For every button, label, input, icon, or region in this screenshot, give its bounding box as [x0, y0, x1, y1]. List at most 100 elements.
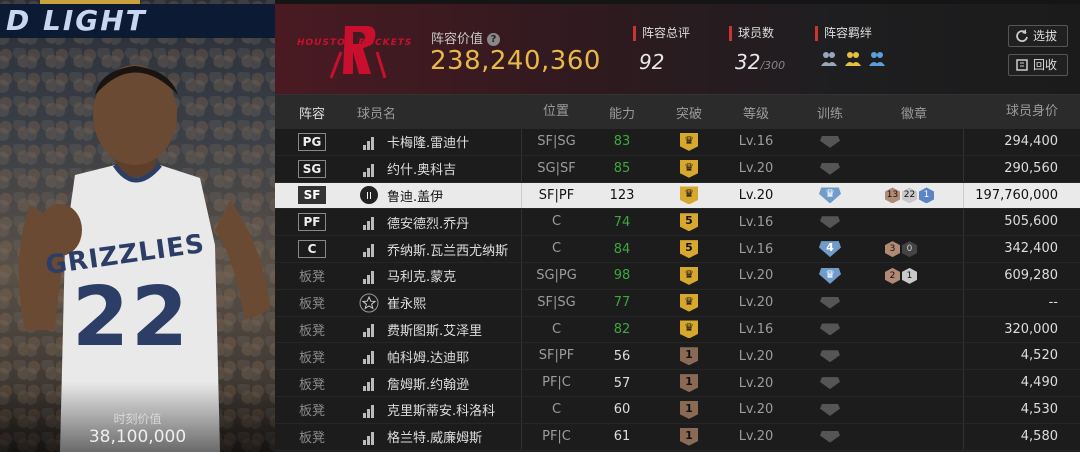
lineup-slot[interactable]: 板凳 — [275, 400, 349, 419]
col-badges[interactable]: 徽章 — [873, 103, 963, 122]
player-name-cell[interactable]: 崔永熙 — [349, 293, 521, 313]
training-cell[interactable] — [787, 403, 873, 416]
training-cell[interactable] — [787, 377, 873, 390]
player-name-cell[interactable]: II 鲁迪.盖伊 — [349, 185, 521, 205]
table-row[interactable]: 板凳 帕科姆.达迪耶 SF|PF 56 1 Lv.20 4,520 — [275, 343, 1080, 371]
training-cell[interactable] — [787, 296, 873, 309]
breakthrough-cell[interactable]: 1 — [653, 400, 725, 419]
lineup-slot[interactable]: 板凳 — [275, 320, 349, 339]
slot-badge: SG — [298, 159, 326, 178]
table-row[interactable]: SF II 鲁迪.盖伊 SF|PF 123 ♛ Lv.20 ♛ 13 22 1 197… — [275, 182, 1080, 210]
player-value-cell: 505,600 — [963, 209, 1080, 236]
lineup-slot[interactable]: PF — [275, 213, 349, 232]
breakthrough-cell[interactable]: 5 — [653, 240, 725, 259]
col-lineup[interactable]: 阵容 — [275, 103, 349, 122]
lineup-slot[interactable]: 板凳 — [275, 293, 349, 312]
lineup-screen: D LIGHT GRIZZLIES 22 时刻价值 38,100,000 HOU… — [0, 0, 1080, 452]
player-name-cell[interactable]: 德安德烈.乔丹 — [349, 213, 521, 232]
col-player-name[interactable]: 球员名 — [349, 103, 521, 122]
col-position[interactable]: 位置 — [521, 95, 591, 129]
breakthrough-cell[interactable]: 1 — [653, 427, 725, 446]
training-cell[interactable] — [787, 162, 873, 175]
lineup-slot[interactable]: C — [275, 240, 349, 259]
help-icon[interactable]: ? — [487, 33, 501, 46]
ability-cell: 82 — [613, 321, 631, 337]
table-row[interactable]: PG 卡梅隆.雷迪什 SF|SG 83 ♛ Lv.16 294,400 — [275, 129, 1080, 156]
table-row[interactable]: PF 德安德烈.乔丹 C 74 5 Lv.16 505,600 — [275, 209, 1080, 237]
badges-cell[interactable]: 30 — [873, 241, 963, 258]
lineup-slot[interactable]: SF — [275, 186, 349, 205]
col-ability[interactable]: 能力 — [591, 103, 653, 122]
table-row[interactable]: SG 约什.奥科吉 SG|SF 85 ♛ Lv.20 290,560 — [275, 155, 1080, 183]
breakthrough-cell[interactable]: ♛ — [653, 186, 725, 205]
table-row[interactable]: C 乔纳斯.瓦兰西尤纳斯 C 84 5 Lv.16 4 30 342,400 — [275, 236, 1080, 263]
position-cell: SF|SG — [521, 289, 591, 316]
col-player-value[interactable]: 球员身价 — [963, 95, 1080, 129]
table-row[interactable]: 板凳 格兰特.威廉姆斯 PF|C 61 1 Lv.20 4,580 — [275, 423, 1080, 451]
lineup-slot[interactable]: 板凳 — [275, 266, 349, 285]
training-empty-icon — [820, 135, 840, 148]
breakthrough-cell[interactable]: ♛ — [653, 159, 725, 178]
recycle-button[interactable]: 回收 — [1008, 54, 1068, 76]
training-cell[interactable] — [787, 430, 873, 443]
col-breakthrough[interactable]: 突破 — [653, 103, 725, 122]
training-empty-icon — [820, 430, 840, 443]
lineup-value-label: 阵容价值? — [431, 28, 501, 47]
chemistry-icons[interactable] — [815, 50, 887, 68]
select-button[interactable]: 选拔 — [1008, 25, 1068, 47]
table-row[interactable]: 板凳 克里斯蒂安.科洛科 C 60 1 Lv.20 4,530 — [275, 396, 1080, 424]
training-cell[interactable] — [787, 135, 873, 148]
lineup-slot[interactable]: 板凳 — [275, 347, 349, 366]
crown-breakthrough-icon: ♛ — [680, 159, 698, 178]
player-name: 克里斯蒂安.科洛科 — [387, 404, 496, 420]
level-cell: Lv.20 — [738, 348, 774, 364]
badges-cell[interactable]: 13 22 1 — [873, 187, 963, 204]
training-cell[interactable] — [787, 323, 873, 336]
player-value-cell: 4,520 — [963, 343, 1080, 370]
ability-cell: 77 — [613, 295, 631, 311]
breakthrough-cell[interactable]: ♛ — [653, 293, 725, 312]
training-cell[interactable]: 4 — [787, 241, 873, 258]
crown-breakthrough-icon: ♛ — [680, 266, 698, 285]
lineup-slot[interactable]: 板凳 — [275, 374, 349, 393]
training-cell[interactable]: ♛ — [787, 187, 873, 204]
player-name-cell[interactable]: 约什.奥科吉 — [349, 159, 521, 178]
team-logo — [329, 26, 387, 79]
table-row[interactable]: 板凳 马利克.蒙克 SG|PG 98 ♛ Lv.20 ♛ 21 609,280 — [275, 262, 1080, 290]
position-cell: PF|C — [521, 423, 591, 450]
table-row[interactable]: 板凳 崔永熙 SF|SG 77 ♛ Lv.20 -- — [275, 289, 1080, 317]
training-cell[interactable] — [787, 216, 873, 229]
position-cell: PF|C — [521, 370, 591, 396]
player-name-cell[interactable]: 格兰特.威廉姆斯 — [349, 427, 521, 446]
player-name-cell[interactable]: 乔纳斯.瓦兰西尤纳斯 — [349, 240, 521, 259]
badge-count: 2 — [885, 267, 900, 284]
col-training[interactable]: 训练 — [787, 103, 873, 122]
badges-cell[interactable]: 21 — [873, 267, 963, 284]
player-value-cell: 342,400 — [963, 236, 1080, 262]
lineup-value: 238,240,360 — [430, 46, 601, 76]
breakthrough-cell[interactable]: ♛ — [653, 132, 725, 151]
player-name-cell[interactable]: 詹姆斯.约翰逊 — [349, 374, 521, 393]
breakthrough-cell[interactable]: 1 — [653, 347, 725, 366]
player-name-cell[interactable]: 克里斯蒂安.科洛科 — [349, 400, 521, 419]
player-name-cell[interactable]: 费斯图斯.艾泽里 — [349, 320, 521, 339]
breakthrough-cell[interactable]: 1 — [653, 374, 725, 393]
player-rank-icon: II — [360, 186, 378, 205]
table-row[interactable]: 板凳 费斯图斯.艾泽里 C 82 ♛ Lv.16 320,000 — [275, 316, 1080, 344]
lineup-slot[interactable]: SG — [275, 159, 349, 178]
featured-player-card[interactable]: D LIGHT GRIZZLIES 22 时刻价值 38,100,000 — [0, 0, 275, 452]
bench-label: 板凳 — [298, 297, 325, 313]
training-cell[interactable] — [787, 350, 873, 363]
breakthrough-cell[interactable]: ♛ — [653, 266, 725, 285]
player-name-cell[interactable]: 马利克.蒙克 — [349, 266, 521, 285]
breakthrough-cell[interactable]: 5 — [653, 213, 725, 232]
training-cell[interactable]: ♛ — [787, 267, 873, 284]
lineup-slot[interactable]: 板凳 — [275, 427, 349, 446]
player-name-cell[interactable]: 帕科姆.达迪耶 — [349, 347, 521, 366]
table-row[interactable]: 板凳 詹姆斯.约翰逊 PF|C 57 1 Lv.20 4,490 — [275, 370, 1080, 397]
breakthrough-cell[interactable]: ♛ — [653, 320, 725, 339]
col-level[interactable]: 等级 — [725, 103, 787, 122]
player-name-cell[interactable]: 卡梅隆.雷迪什 — [349, 132, 521, 151]
badge-count: 22 — [902, 187, 917, 204]
lineup-slot[interactable]: PG — [275, 132, 349, 151]
